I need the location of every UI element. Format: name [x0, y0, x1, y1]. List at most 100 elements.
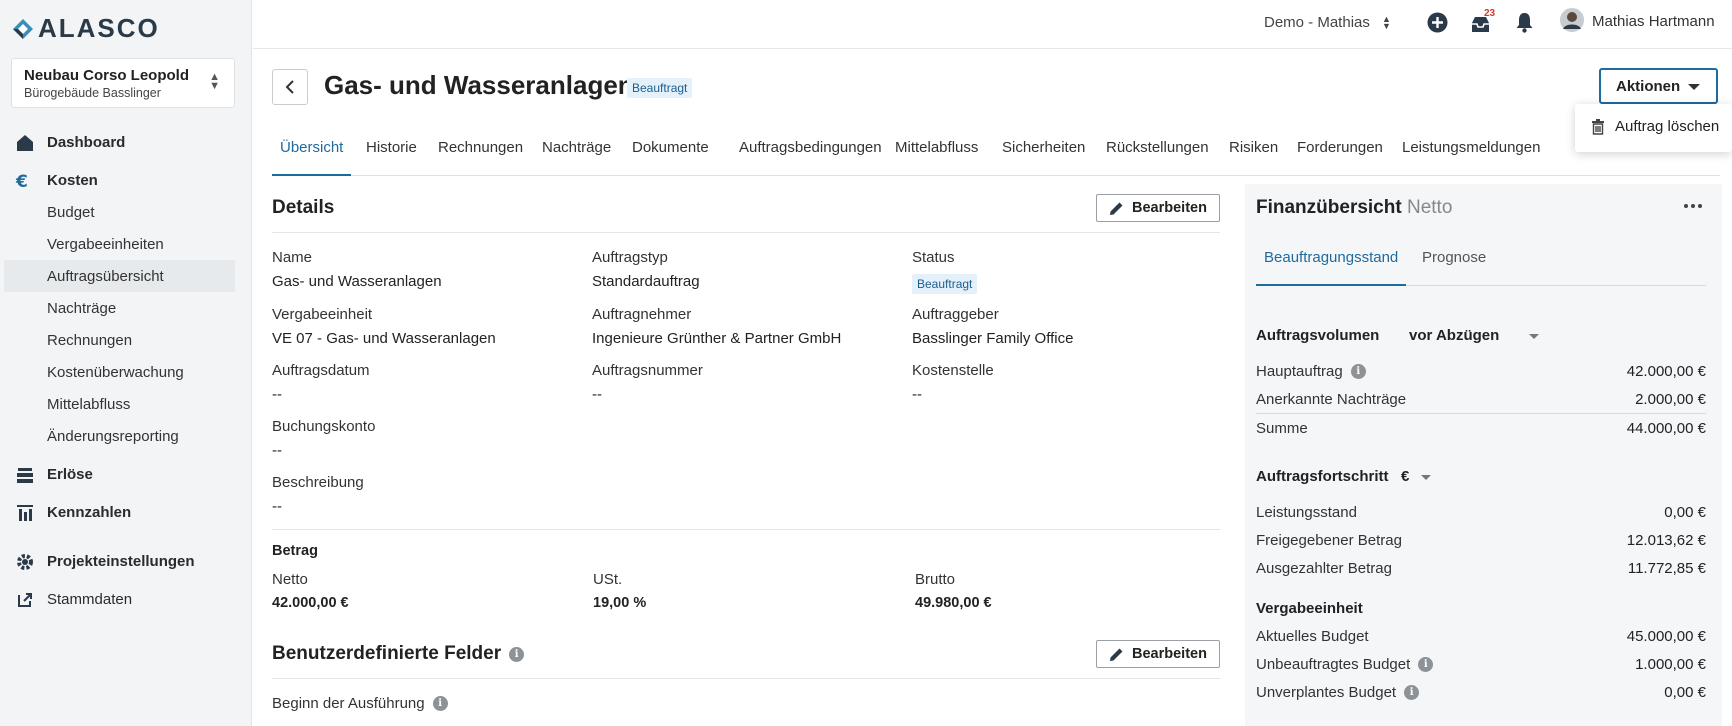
row-unassigned: Unbeauftragtes Budget i: [1256, 656, 1434, 673]
actions-button[interactable]: Aktionen: [1599, 68, 1718, 104]
edit-details-button[interactable]: Bearbeiten: [1096, 194, 1220, 222]
row-value-unplanned: 0,00 €: [1664, 684, 1706, 701]
tab-leistungsmeldungen[interactable]: Leistungsmeldungen: [1402, 139, 1540, 176]
sidebar-item-kennzahlen[interactable]: Kennzahlen: [0, 496, 236, 528]
info-icon[interactable]: i: [1418, 657, 1434, 672]
tab-uebersicht[interactable]: Übersicht: [272, 139, 352, 176]
volume-label: Auftragsvolumen: [1256, 327, 1380, 344]
sidebar-item-erloese[interactable]: Erlöse: [0, 458, 236, 490]
inbox-button[interactable]: 23: [1470, 8, 1496, 36]
tab-risiken[interactable]: Risiken: [1229, 139, 1278, 176]
sidebar-item-label: Dashboard: [47, 133, 126, 151]
revenue-icon: [17, 468, 33, 483]
tab-dokumente[interactable]: Dokumente: [632, 139, 709, 176]
logo-icon: [13, 18, 33, 39]
sidebar-item-budget[interactable]: Budget: [0, 196, 236, 228]
row-label-released: Freigegebener Betrag: [1256, 532, 1402, 549]
link-unit[interactable]: VE 07 - Gas- und Wasseranlagen: [272, 330, 496, 347]
workspace-switcher[interactable]: Demo - Mathias ▲ ▼: [1264, 14, 1391, 31]
sidebar-item-label: Budget: [47, 203, 95, 221]
bell-icon[interactable]: [1515, 12, 1534, 33]
edit-custom-fields-button[interactable]: Bearbeiten: [1096, 640, 1220, 668]
chart-icon: [17, 505, 33, 521]
project-selector[interactable]: Neubau Corso Leopold Bürogebäude Basslin…: [11, 58, 235, 108]
svg-text:€: €: [15, 172, 28, 191]
custom-fields-heading: Benutzerdefinierte Felder i: [272, 643, 525, 665]
field-value-netto: 42.000,00 €: [272, 595, 349, 611]
field-value-description: --: [272, 498, 282, 515]
chevron-left-icon: [285, 80, 294, 94]
home-icon: [17, 135, 33, 151]
tab-auftragsbedingungen[interactable]: Auftragsbedingungen: [739, 139, 882, 176]
details-title: Details: [272, 197, 335, 218]
sidebar-item-kosten[interactable]: € Kosten: [0, 164, 236, 196]
sidebar-item-projekteinstellungen[interactable]: Projekteinstellungen: [0, 545, 236, 577]
sidebar-item-mittelabfluss[interactable]: Mittelabfluss: [0, 388, 236, 420]
link-client[interactable]: Basslinger Family Office: [912, 330, 1073, 347]
more-options-icon[interactable]: [1684, 204, 1702, 208]
edit-label: Bearbeiten: [1132, 200, 1207, 216]
sidebar-item-dashboard[interactable]: Dashboard: [0, 126, 236, 158]
progress-unit-value: €: [1401, 468, 1410, 485]
row-value-unassigned: 1.000,00 €: [1635, 656, 1706, 673]
tab-beauftragungsstand[interactable]: Beauftragungsstand: [1256, 249, 1407, 286]
tab-prognose[interactable]: Prognose: [1422, 249, 1486, 286]
alasco-logo[interactable]: ALASCO: [12, 13, 160, 44]
field-label-date: Auftragsdatum: [272, 362, 370, 379]
tab-historie[interactable]: Historie: [366, 139, 417, 176]
tab-sicherheiten[interactable]: Sicherheiten: [1002, 139, 1085, 176]
tab-mittelabfluss[interactable]: Mittelabfluss: [895, 139, 978, 176]
field-label-start: Beginn der Ausführung: [272, 695, 425, 712]
unit-heading: Vergabeeinheit: [1256, 600, 1363, 617]
progress-unit-select[interactable]: €: [1401, 468, 1431, 485]
user-name[interactable]: Mathias Hartmann: [1592, 13, 1715, 30]
sidebar: ALASCO Neubau Corso Leopold Bürogebäude …: [0, 0, 252, 726]
field-label-description: Beschreibung: [272, 474, 364, 491]
field-label-account: Buchungskonto: [272, 418, 376, 435]
sidebar-item-rechnungen[interactable]: Rechnungen: [0, 324, 236, 356]
sidebar-item-nachtraege[interactable]: Nachträge: [0, 292, 236, 324]
back-button[interactable]: [272, 69, 308, 105]
row-label-sum: Summe: [1256, 420, 1308, 437]
finance-tab-bar: Beauftragungsstand Prognose: [1256, 231, 1706, 286]
topbar: [253, 0, 1732, 49]
page-title: Gas- und Wasseranlagen: [324, 70, 634, 100]
sidebar-item-label: Nachträge: [47, 299, 117, 317]
sidebar-item-aenderungsreporting[interactable]: Änderungsreporting: [0, 420, 236, 452]
info-icon[interactable]: i: [509, 646, 525, 662]
info-icon[interactable]: i: [1404, 685, 1420, 700]
finance-title: Finanzübersicht Netto: [1256, 197, 1452, 219]
row-value-paid: 11.772,85 €: [1627, 560, 1706, 577]
sidebar-item-kostenueberwachung[interactable]: Kostenüberwachung: [0, 356, 236, 388]
sidebar-item-vergabeeinheiten[interactable]: Vergabeeinheiten: [0, 228, 236, 260]
sidebar-item-label: Auftragsübersicht: [47, 267, 164, 285]
row-label: Unverplantes Budget: [1256, 684, 1397, 701]
tab-rueckstellungen[interactable]: Rückstellungen: [1106, 139, 1209, 176]
info-icon[interactable]: i: [432, 696, 448, 711]
custom-fields-title: Benutzerdefinierte Felder: [272, 643, 502, 664]
row-value-performance: 0,00 €: [1664, 504, 1706, 521]
sidebar-item-stammdaten[interactable]: Stammdaten: [0, 583, 236, 615]
row-label: Unbeauftragtes Budget: [1256, 656, 1411, 673]
tab-forderungen[interactable]: Forderungen: [1297, 139, 1383, 176]
avatar[interactable]: [1560, 8, 1584, 32]
row-value-budget: 45.000,00 €: [1626, 628, 1706, 645]
field-value-brutto: 49.980,00 €: [915, 595, 992, 611]
tab-rechnungen[interactable]: Rechnungen: [438, 139, 523, 176]
volume-select-value: vor Abzügen: [1409, 327, 1500, 344]
field-value-cost-center: --: [912, 386, 922, 403]
betrag-title: Betrag: [272, 543, 318, 559]
logo-text: ALASCO: [38, 13, 160, 43]
add-icon[interactable]: [1427, 12, 1448, 33]
sidebar-item-label: Mittelabfluss: [47, 395, 131, 413]
gear-icon: [17, 554, 33, 570]
row-label-performance: Leistungsstand: [1256, 504, 1357, 521]
row-value-sum: 44.000,00 €: [1626, 420, 1706, 437]
sidebar-item-auftragsuebersicht[interactable]: Auftragsübersicht: [4, 260, 235, 292]
link-contractor[interactable]: Ingenieure Grünther & Partner GmbH: [592, 330, 841, 347]
volume-select[interactable]: vor Abzügen: [1409, 327, 1539, 344]
info-icon[interactable]: i: [1350, 364, 1366, 379]
tab-nachtraege[interactable]: Nachträge: [542, 139, 611, 176]
field-value-type: Standardauftrag: [592, 273, 700, 290]
sidebar-item-label: Projekteinstellungen: [47, 552, 195, 570]
